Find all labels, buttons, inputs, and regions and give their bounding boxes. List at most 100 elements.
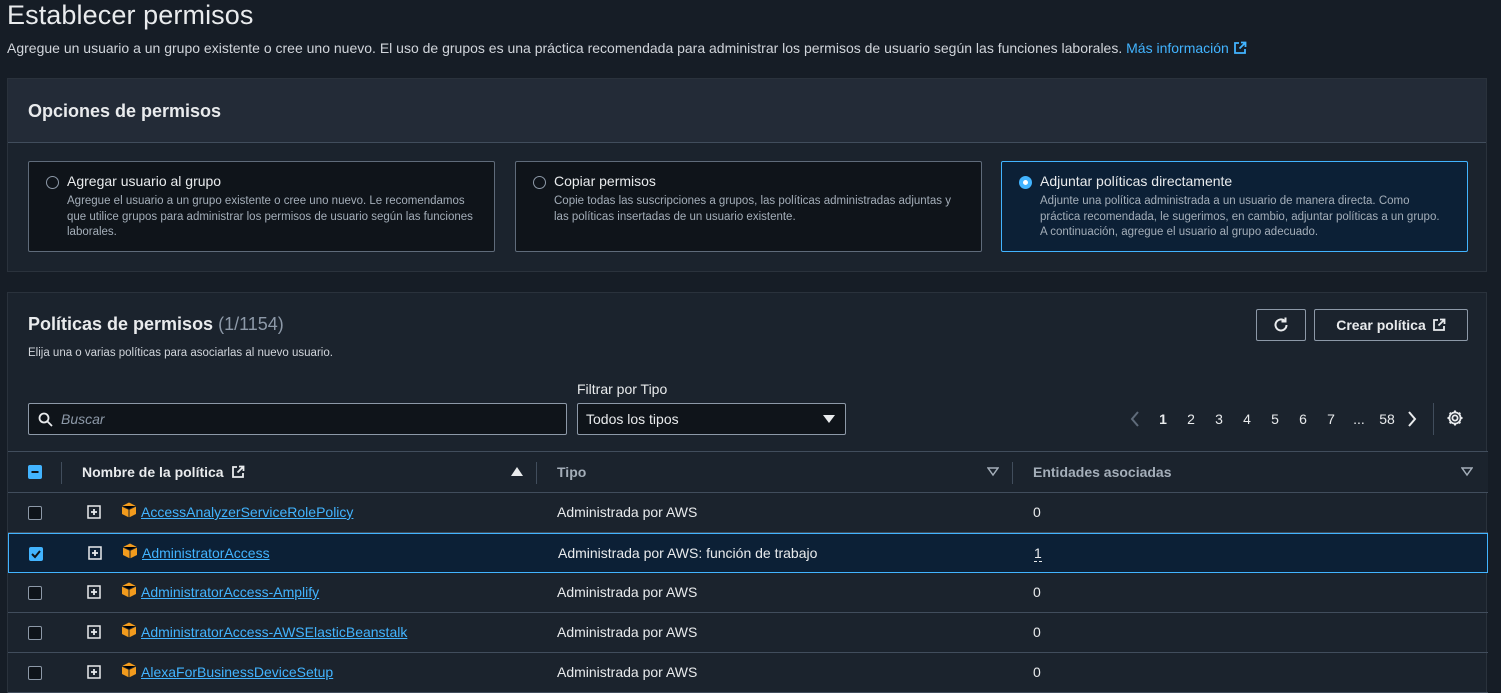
policy-type: Administrada por AWS (557, 664, 698, 680)
radio-copy-permissions[interactable] (533, 176, 546, 189)
policy-type: Administrada por AWS (557, 624, 698, 640)
radio-attach-policies[interactable] (1019, 176, 1032, 189)
aws-managed-icon (121, 622, 137, 638)
option-title: Copiar permisos (554, 173, 656, 189)
checkmark-icon (30, 549, 41, 558)
policy-name-link[interactable]: AdministratorAccess-AWSElasticBeanstalk (141, 624, 407, 640)
option-description: Agregue el usuario a un grupo existente … (67, 195, 473, 238)
external-link-icon (232, 465, 245, 478)
minus-icon (31, 470, 38, 473)
option-description: Adjunte una política administrada a un u… (1040, 195, 1440, 238)
type-filter-select[interactable]: Todos los tipos (577, 403, 846, 435)
row-checkbox[interactable] (28, 666, 42, 680)
row-checkbox[interactable] (28, 626, 42, 640)
permission-options-panel: Opciones de permisos Agregar usuario al … (7, 78, 1487, 272)
aws-managed-icon (121, 582, 137, 598)
pager-divider (1433, 403, 1434, 435)
policies-count: (1/1154) (218, 314, 284, 334)
table-row[interactable]: AdministratorAccess-AWSElasticBeanstalk … (8, 613, 1488, 653)
expand-plus-icon[interactable] (87, 505, 101, 519)
sort-icon[interactable] (1461, 467, 1473, 477)
policy-name-link[interactable]: AlexaForBusinessDeviceSetup (141, 664, 333, 680)
expand-plus-icon[interactable] (88, 546, 102, 560)
aws-managed-icon (121, 502, 137, 518)
option-attach-policies[interactable]: Adjuntar políticas directamente Adjunte … (1001, 161, 1468, 252)
page-ellipsis: ... (1353, 411, 1365, 427)
policy-type: Administrada por AWS (557, 504, 698, 520)
search-icon (38, 412, 53, 427)
expand-plus-icon[interactable] (87, 625, 101, 639)
table-row[interactable]: AdministratorAccess Administrada por AWS… (8, 533, 1488, 573)
caret-down-icon (823, 415, 835, 423)
refresh-button[interactable] (1256, 309, 1306, 341)
column-divider (536, 462, 537, 484)
page-title: Establecer permisos (7, 0, 254, 30)
row-checkbox[interactable] (28, 586, 42, 600)
expand-plus-icon[interactable] (87, 585, 101, 599)
page-5[interactable]: 5 (1261, 411, 1289, 427)
pagination: 1 2 3 4 5 6 7 ... 58 (1128, 405, 1419, 433)
next-page-arrow[interactable] (1405, 411, 1419, 427)
policy-name-link[interactable]: AccessAnalyzerServiceRolePolicy (141, 504, 353, 520)
policies-title-text: Políticas de permisos (28, 314, 214, 334)
policy-entities: 0 (1033, 664, 1041, 680)
table-row[interactable]: AccessAnalyzerServiceRolePolicy Administ… (8, 493, 1488, 533)
gear-icon[interactable] (1446, 409, 1464, 427)
policy-entities: 0 (1033, 504, 1041, 520)
policy-entities[interactable]: 1 (1034, 545, 1042, 562)
page-58[interactable]: 58 (1373, 411, 1401, 427)
policy-entities: 0 (1033, 624, 1041, 640)
policy-name-link[interactable]: AdministratorAccess (142, 545, 270, 561)
radio-add-to-group[interactable] (46, 176, 59, 189)
page-6[interactable]: 6 (1289, 411, 1317, 427)
policy-name-link[interactable]: AdministratorAccess-Amplify (141, 584, 319, 600)
table-row[interactable]: AlexaForBusinessDeviceSetup Administrada… (8, 653, 1488, 693)
column-divider (61, 462, 62, 484)
more-info-label: Más información (1126, 40, 1229, 56)
page-7[interactable]: 7 (1317, 411, 1345, 427)
select-all-checkbox[interactable] (28, 465, 42, 479)
column-header-type[interactable]: Tipo (557, 464, 586, 480)
column-divider (1012, 462, 1013, 484)
sort-ascending-icon[interactable] (511, 467, 523, 477)
prev-page-arrow[interactable] (1128, 411, 1142, 427)
option-title: Agregar usuario al grupo (67, 173, 222, 189)
option-title: Adjuntar políticas directamente (1040, 173, 1233, 189)
page-description: Agregue un usuario a un grupo existente … (7, 40, 1247, 56)
option-copy-permissions[interactable]: Copiar permisos Copie todas las suscripc… (515, 161, 982, 252)
aws-managed-icon (122, 543, 138, 559)
table-header: Nombre de la política Tipo Entidades aso… (8, 451, 1488, 493)
filter-type-label: Filtrar por Tipo (577, 381, 668, 397)
option-description: Copie todas las suscripciones a grupos, … (554, 195, 951, 223)
page-2[interactable]: 2 (1177, 411, 1205, 427)
row-checkbox[interactable] (28, 506, 42, 520)
table-row[interactable]: AdministratorAccess-Amplify Administrada… (8, 573, 1488, 613)
chevron-left-icon (1130, 411, 1139, 427)
page-1[interactable]: 1 (1149, 411, 1177, 427)
more-info-link[interactable]: Más información (1126, 40, 1247, 56)
page-3[interactable]: 3 (1205, 411, 1233, 427)
page-description-text: Agregue un usuario a un grupo existente … (7, 40, 1123, 56)
search-box (28, 403, 567, 435)
create-policy-button[interactable]: Crear política (1314, 309, 1468, 341)
policy-entities: 0 (1033, 584, 1041, 600)
page-4[interactable]: 4 (1233, 411, 1261, 427)
aws-managed-icon (121, 662, 137, 678)
refresh-icon (1274, 317, 1288, 332)
column-header-entities[interactable]: Entidades asociadas (1033, 464, 1172, 480)
permission-policies-panel: Políticas de permisos (1/1154) Elija una… (7, 292, 1488, 693)
policy-type: Administrada por AWS: función de trabajo (558, 545, 818, 561)
type-filter-value: Todos los tipos (586, 411, 679, 427)
column-header-name[interactable]: Nombre de la política (82, 464, 245, 480)
create-policy-label: Crear política (1336, 317, 1426, 333)
external-link-icon (1432, 318, 1446, 331)
column-name-label: Nombre de la política (82, 464, 224, 480)
policy-type: Administrada por AWS (557, 584, 698, 600)
row-checkbox[interactable] (29, 547, 43, 561)
option-add-to-group[interactable]: Agregar usuario al grupo Agregue el usua… (28, 161, 495, 252)
expand-plus-icon[interactable] (87, 665, 101, 679)
external-link-icon (1233, 41, 1247, 54)
search-input[interactable] (61, 404, 561, 434)
policies-title: Políticas de permisos (1/1154) (28, 314, 284, 335)
sort-icon[interactable] (987, 467, 999, 477)
